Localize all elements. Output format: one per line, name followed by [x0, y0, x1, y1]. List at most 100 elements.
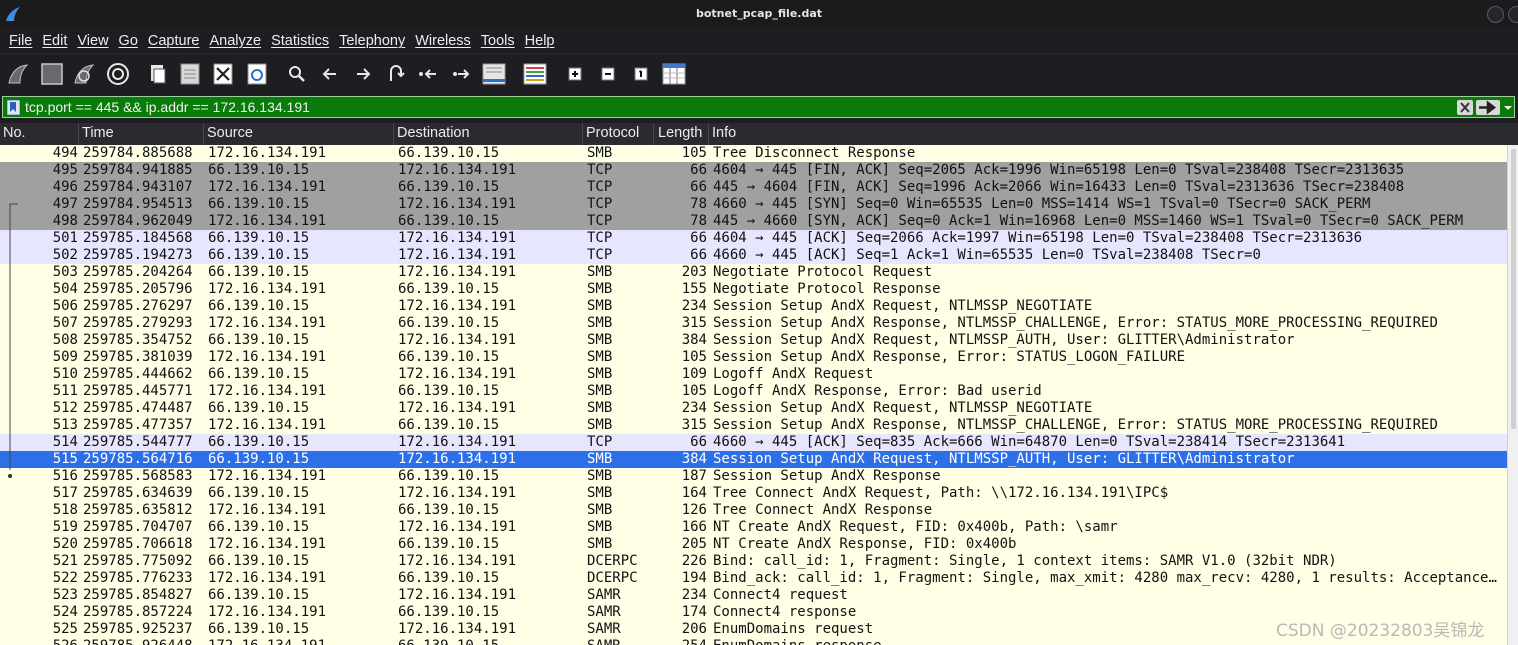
packet-row[interactable]: 503 259785.204264 66.139.10.15 172.16.134.1…	[0, 264, 1507, 281]
packet-src-cell: 172.16.134.191	[208, 417, 327, 433]
column-header-info[interactable]: Info	[712, 125, 736, 141]
column-header-no[interactable]: No.	[3, 125, 26, 141]
zoom-in-icon[interactable]	[563, 62, 587, 86]
column-header-protocol[interactable]: Protocol	[586, 125, 639, 141]
column-divider[interactable]	[393, 123, 394, 145]
clear-filter-button[interactable]	[1457, 100, 1473, 115]
arrow-right-icon	[1479, 100, 1497, 115]
packet-row[interactable]: 501 259785.184568 66.139.10.15 172.16.134.1…	[0, 230, 1507, 247]
go-forward-icon[interactable]	[351, 62, 375, 86]
packet-dst-cell: 172.16.134.191	[398, 332, 517, 348]
column-header-source[interactable]: Source	[207, 125, 253, 141]
packet-time-cell: 259785.205796	[83, 281, 193, 297]
close-file-icon[interactable]	[211, 62, 235, 86]
filter-bookmark-icon[interactable]	[7, 100, 20, 115]
filter-expression[interactable]: tcp.port == 445 && ip.addr == 172.16.134…	[25, 99, 310, 115]
packet-time-cell: 259785.704707	[83, 519, 193, 535]
menu-tools[interactable]: Tools	[476, 33, 520, 49]
menu-edit[interactable]: Edit	[37, 33, 72, 49]
minimize-button[interactable]	[1487, 6, 1504, 23]
close-window-button[interactable]	[1508, 6, 1518, 23]
packet-row[interactable]: 519 259785.704707 66.139.10.15 172.16.134.1…	[0, 519, 1507, 536]
packet-proto-cell: SMB	[587, 383, 613, 399]
normal-size-icon[interactable]	[629, 62, 653, 86]
packet-row[interactable]: 509 259785.381039 172.16.134.191 66.139.10.…	[0, 349, 1507, 366]
stop-capture-icon[interactable]	[40, 62, 64, 86]
column-divider[interactable]	[708, 123, 709, 145]
column-divider[interactable]	[78, 123, 79, 145]
zoom-out-icon[interactable]	[596, 62, 620, 86]
open-file-icon[interactable]	[146, 62, 170, 86]
menu-go[interactable]: Go	[114, 33, 143, 49]
packet-row[interactable]: 522 259785.776233 172.16.134.191 66.139.10.…	[0, 570, 1507, 587]
column-header-time[interactable]: Time	[82, 125, 114, 141]
packet-info-cell: Session Setup AndX Response, NTLMSSP_CHA…	[713, 417, 1438, 433]
packet-row[interactable]: 512 259785.474487 66.139.10.15 172.16.134.1…	[0, 400, 1507, 417]
packet-row[interactable]: 494 259784.885688 172.16.134.191 66.139.10.…	[0, 145, 1507, 162]
display-filter-input[interactable]: tcp.port == 445 && ip.addr == 172.16.134…	[2, 96, 1515, 118]
packet-row[interactable]: 506 259785.276297 66.139.10.15 172.16.134.1…	[0, 298, 1507, 315]
packet-row[interactable]: 510 259785.444662 66.139.10.15 172.16.134.1…	[0, 366, 1507, 383]
packet-len-cell: 78	[690, 213, 707, 229]
packet-info-cell: Tree Disconnect Response	[713, 145, 916, 161]
scrollbar-thumb[interactable]	[1511, 149, 1516, 429]
save-file-icon[interactable]	[178, 62, 202, 86]
packet-src-cell: 172.16.134.191	[208, 604, 327, 620]
packet-row[interactable]: 521 259785.775092 66.139.10.15 172.16.134.1…	[0, 553, 1507, 570]
shark-fin-start-icon[interactable]	[6, 62, 30, 86]
packet-row[interactable]: 513 259785.477357 172.16.134.191 66.139.10.…	[0, 417, 1507, 434]
first-packet-icon[interactable]	[417, 62, 441, 86]
packet-src-cell: 172.16.134.191	[208, 213, 327, 229]
reload-file-icon[interactable]	[245, 62, 269, 86]
packet-row[interactable]: 517 259785.634639 66.139.10.15 172.16.134.1…	[0, 485, 1507, 502]
packet-row[interactable]: 508 259785.354752 66.139.10.15 172.16.134.1…	[0, 332, 1507, 349]
packet-info-cell: NT Create AndX Request, FID: 0x400b, Pat…	[713, 519, 1118, 535]
apply-filter-button[interactable]	[1476, 100, 1500, 115]
packet-row[interactable]: 497 259784.954513 66.139.10.15 172.16.134.1…	[0, 196, 1507, 213]
packet-len-cell: 234	[681, 587, 707, 603]
filter-history-dropdown[interactable]	[1503, 100, 1513, 115]
menu-help[interactable]: Help	[520, 33, 560, 49]
menu-telephony[interactable]: Telephony	[334, 33, 410, 49]
packet-row[interactable]: 498 259784.962049 172.16.134.191 66.139.10.…	[0, 213, 1507, 230]
packet-len-cell: 109	[681, 366, 707, 382]
packet-dst-cell: 172.16.134.191	[398, 621, 517, 637]
packet-row[interactable]: 496 259784.943107 172.16.134.191 66.139.10.…	[0, 179, 1507, 196]
packet-row[interactable]: 511 259785.445771 172.16.134.191 66.139.10.…	[0, 383, 1507, 400]
go-back-icon[interactable]	[318, 62, 342, 86]
packet-info-cell: Negotiate Protocol Request	[713, 264, 933, 280]
packet-row[interactable]: 515 259785.564716 66.139.10.15 172.16.134.1…	[0, 451, 1507, 468]
restart-capture-icon[interactable]	[72, 62, 96, 86]
packet-row[interactable]: 514 259785.544777 66.139.10.15 172.16.134.1…	[0, 434, 1507, 451]
packet-row[interactable]: 507 259785.279293 172.16.134.191 66.139.10.…	[0, 315, 1507, 332]
column-divider[interactable]	[203, 123, 204, 145]
menu-view[interactable]: View	[72, 33, 113, 49]
packet-info-cell: 445 → 4604 [FIN, ACK] Seq=1996 Ack=2066 …	[713, 179, 1405, 195]
packet-list[interactable]: No. Time Source Destination Protocol Len…	[0, 123, 1518, 645]
packet-row[interactable]: 495 259784.941885 66.139.10.15 172.16.134.1…	[0, 162, 1507, 179]
column-divider[interactable]	[653, 123, 654, 145]
menu-analyze[interactable]: Analyze	[204, 33, 266, 49]
capture-options-icon[interactable]	[106, 62, 130, 86]
last-packet-icon[interactable]	[450, 62, 474, 86]
packet-list-scrollbar[interactable]	[1507, 145, 1518, 645]
menu-file[interactable]: File	[4, 33, 37, 49]
go-to-packet-icon[interactable]	[384, 62, 408, 86]
column-header-destination[interactable]: Destination	[397, 125, 470, 141]
column-header-length[interactable]: Length	[658, 125, 702, 141]
packet-row[interactable]: 523 259785.854827 66.139.10.15 172.16.134.1…	[0, 587, 1507, 604]
find-packet-icon[interactable]	[285, 62, 309, 86]
packet-row[interactable]: 502 259785.194273 66.139.10.15 172.16.134.1…	[0, 247, 1507, 264]
colorize-icon[interactable]	[523, 62, 547, 86]
packet-row[interactable]: 520 259785.706618 172.16.134.191 66.139.10.…	[0, 536, 1507, 553]
packet-row[interactable]: 516 259785.568583 172.16.134.191 66.139.10.…	[0, 468, 1507, 485]
packet-row[interactable]: 504 259785.205796 172.16.134.191 66.139.10.…	[0, 281, 1507, 298]
menu-capture[interactable]: Capture	[143, 33, 205, 49]
menu-statistics[interactable]: Statistics	[266, 33, 334, 49]
column-divider[interactable]	[582, 123, 583, 145]
menu-wireless[interactable]: Wireless	[410, 33, 476, 49]
resize-columns-icon[interactable]	[662, 62, 686, 86]
autoscroll-icon[interactable]	[482, 62, 506, 86]
packet-time-cell: 259785.474487	[83, 400, 193, 416]
packet-row[interactable]: 518 259785.635812 172.16.134.191 66.139.10.…	[0, 502, 1507, 519]
